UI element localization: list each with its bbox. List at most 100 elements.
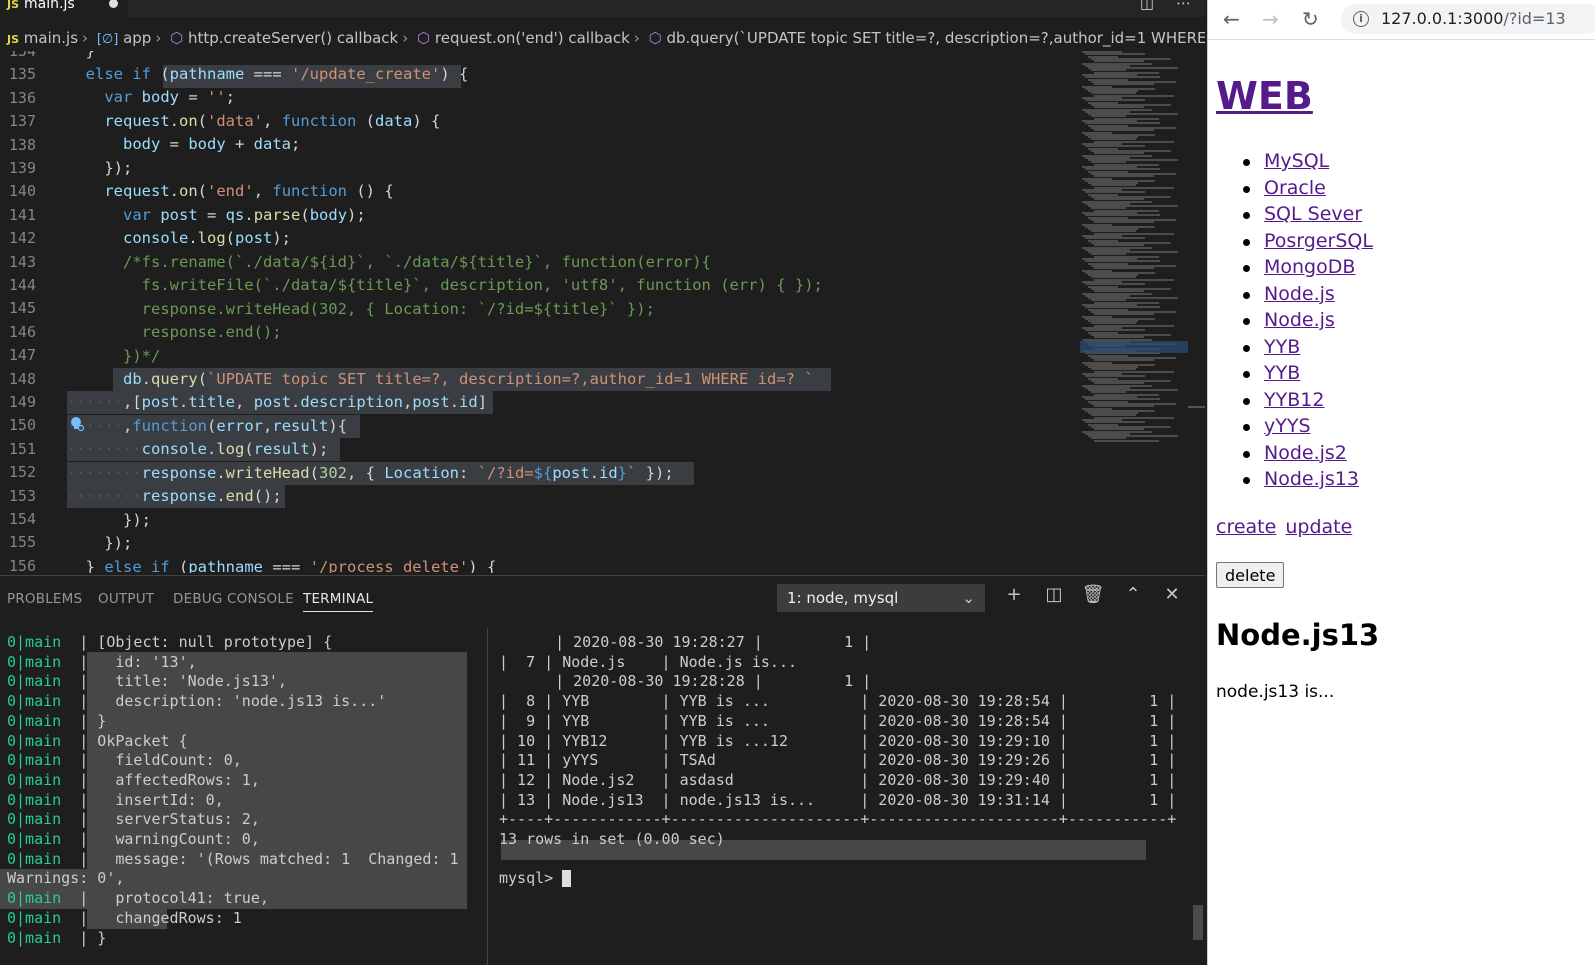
terminal-text: | affectedRows: 1, [61, 770, 260, 789]
topic-link[interactable]: YYB [1264, 336, 1300, 358]
tab-terminal[interactable]: TERMINAL [303, 591, 374, 612]
method-cube-icon: ⬡ [417, 29, 431, 47]
line-number: 148 [8, 369, 36, 388]
terminal-scrollbar[interactable] [1193, 905, 1203, 940]
tab-problems[interactable]: PROBLEMS [7, 591, 82, 607]
tab-title: main.js [24, 0, 75, 12]
terminal-line: | 7 | Node.js | Node.js is... [499, 652, 797, 672]
close-panel-icon[interactable]: ✕ [1160, 584, 1184, 605]
site-title-link[interactable]: WEB [1216, 74, 1313, 118]
breadcrumb-item-request-end[interactable]: request.on('end') callback [435, 29, 630, 47]
topic-link[interactable]: SQL Sever [1264, 203, 1362, 225]
new-terminal-icon[interactable]: + [1002, 584, 1026, 605]
terminal-select-value: 1: node, mysql [787, 589, 899, 607]
code-line: ······,[post.title, post.description,pos… [67, 393, 488, 411]
line-number: 149 [8, 393, 36, 411]
terminal-line: 0|main | changedRows: 1 [7, 908, 242, 928]
code-line: /*fs.rename(`./data/${id}`, `./data/${ti… [67, 253, 711, 271]
topic-link[interactable]: MySQL [1264, 150, 1329, 172]
terminal-text: | changedRows: 1 [61, 908, 242, 927]
terminal-line: 0|main | OkPacket { [7, 731, 188, 751]
line-number: 137 [8, 112, 36, 131]
topic-link[interactable]: YYB [1264, 362, 1300, 384]
breadcrumb-item-app[interactable]: app [123, 29, 151, 47]
minimap-line [1094, 439, 1159, 442]
breadcrumb-item-createserver[interactable]: http.createServer() callback [188, 29, 398, 47]
terminal-pane-node[interactable]: 0|main | [Object: null prototype] {0|mai… [0, 628, 484, 965]
tab-main-js[interactable]: JS main.js [0, 0, 128, 17]
forward-arrow-icon[interactable]: → [1262, 7, 1279, 31]
line-number: 156 [8, 556, 36, 573]
line-number: 143 [8, 252, 36, 271]
process-label: 0|main [7, 889, 62, 908]
tab-debug-console[interactable]: DEBUG CONSOLE [173, 591, 294, 607]
unsaved-dot-icon[interactable] [109, 0, 118, 8]
terminal-line: mysql> [499, 868, 572, 888]
code-editor[interactable]: 134 135 136 137 138 139 140 141 142 143 144 145 146 1… [0, 51, 1205, 573]
process-label: 0|main [7, 672, 62, 691]
topic-list-item: MongoDB [1243, 254, 1373, 281]
topic-link[interactable]: MongoDB [1264, 256, 1355, 278]
code-area[interactable]: } else if (pathname === '/update_create'… [67, 51, 1072, 573]
code-line: console.log(post); [123, 229, 292, 247]
split-terminal-icon[interactable]: ◫ [1042, 584, 1066, 605]
terminal-text: | fieldCount: 0, [61, 751, 242, 770]
line-number: 151 [8, 439, 36, 458]
process-label: 0|main [7, 849, 62, 868]
bottom-panel: PROBLEMS OUTPUT DEBUG CONSOLE TERMINAL 1… [0, 575, 1205, 965]
split-editor-icon[interactable]: ◫ [1140, 0, 1154, 12]
line-number: 141 [8, 205, 36, 224]
process-label: 0|main [7, 908, 62, 927]
topic-link[interactable]: yYYS [1264, 415, 1311, 437]
terminal-text: | 7 | Node.js | Node.js is... [499, 652, 798, 671]
terminal-line: 0|main | id: '13', [7, 652, 197, 672]
editor-scrollbar[interactable] [1188, 406, 1205, 408]
tab-output[interactable]: OUTPUT [98, 591, 154, 607]
topic-link[interactable]: YYB12 [1264, 389, 1324, 411]
terminal-line: | 2020-08-30 19:28:27 | 1 | [528, 632, 871, 652]
code-line: var body = ''; [104, 88, 236, 106]
topic-link[interactable]: Node.js [1264, 283, 1335, 305]
topic-link[interactable]: Node.js13 [1264, 468, 1359, 490]
terminal-text: +----+------------+---------------------… [499, 810, 1177, 829]
terminal-line: Warnings: 0', [7, 868, 124, 888]
terminal-text: | serverStatus: 2, [61, 810, 260, 829]
terminal-select[interactable]: 1: node, mysql ⌄ [777, 584, 985, 612]
more-actions-icon[interactable]: ⋯ [1176, 0, 1191, 12]
line-number-gutter: 134 135 136 137 138 139 140 141 142 143 144 145 146 1… [0, 51, 60, 573]
line-number: 135 [8, 65, 36, 84]
chevron-right-icon: › [402, 29, 409, 47]
breadcrumb-item-db-query[interactable]: db.query(`UPDATE topic SET title=?, desc… [666, 29, 1205, 47]
code-line: response.end(); [67, 323, 282, 341]
maximize-panel-icon[interactable]: ⌃ [1121, 584, 1145, 605]
info-icon[interactable]: i [1353, 11, 1369, 27]
topic-link[interactable]: PosrgerSQL [1264, 230, 1373, 252]
terminal-text: | warningCount: 0, [61, 830, 260, 848]
method-cube-icon: ⬡ [170, 29, 184, 47]
topic-link[interactable]: Node.js [1264, 309, 1335, 331]
line-number: 152 [8, 463, 36, 482]
topic-link[interactable]: Node.js2 [1264, 442, 1347, 464]
code-line: } [67, 51, 95, 60]
minimap-viewport[interactable] [1080, 341, 1188, 353]
trash-icon[interactable]: 🗑 [1081, 584, 1105, 605]
address-bar[interactable]: i 127.0.0.1:3000/?id=13 [1341, 4, 1595, 34]
terminal-line: 0|main | fieldCount: 0, [7, 750, 242, 770]
delete-button[interactable]: delete [1216, 562, 1285, 588]
terminal-pane-mysql[interactable]: | 2020-08-30 19:28:27 | 1 | | 7 | Node.js… [487, 628, 1205, 965]
js-file-icon: JS [7, 33, 20, 46]
variable-icon: [∅] [96, 32, 119, 47]
topic-link[interactable]: Oracle [1264, 177, 1326, 199]
line-number: 144 [8, 276, 36, 294]
lightbulb-icon[interactable] [70, 416, 84, 432]
create-link[interactable]: create [1216, 516, 1276, 538]
update-link[interactable]: update [1285, 516, 1352, 538]
terminal-text: | insertId: 0, [61, 790, 224, 809]
code-line: request.on('end', function () { [104, 182, 394, 200]
breadcrumb-item-file[interactable]: main.js [24, 29, 78, 47]
reload-icon[interactable]: ↻ [1302, 7, 1319, 31]
back-arrow-icon[interactable]: ← [1223, 7, 1240, 31]
minimap[interactable] [1078, 51, 1188, 573]
terminal-line: 0|main | message: '(Rows matched: 1 Chan… [7, 849, 459, 869]
browser-toolbar: ← → ↻ i 127.0.0.1:3000/?id=13 [1208, 0, 1595, 40]
